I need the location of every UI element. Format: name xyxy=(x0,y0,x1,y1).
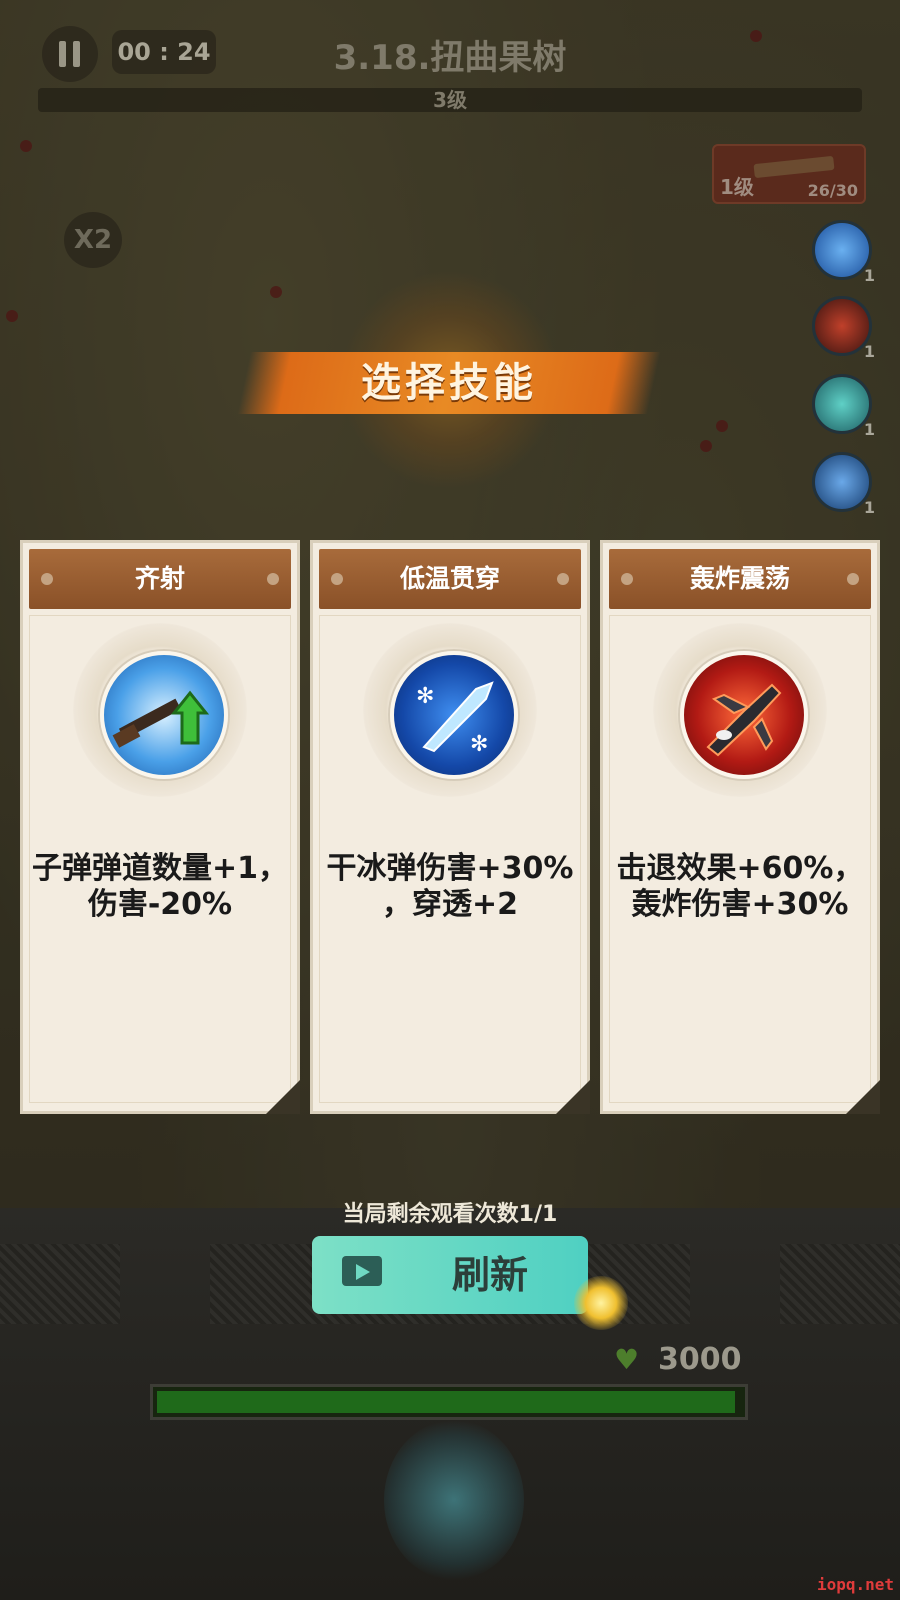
grill xyxy=(780,1244,900,1324)
skill-level: 1 xyxy=(863,498,875,517)
wave-progress-bar: 3级 xyxy=(38,88,862,112)
skill-card-3[interactable]: 轰炸震荡 击退效果+60%， 轰炸伤害+30% xyxy=(600,540,880,1114)
weapon-count: 26/30 xyxy=(807,181,858,200)
svg-text:✻: ✻ xyxy=(416,684,434,709)
heart-icon: ♥ xyxy=(614,1343,640,1376)
desc-line: 伤害-20% xyxy=(87,887,233,922)
svg-text:✻: ✻ xyxy=(470,732,488,757)
card-name: 齐射 xyxy=(134,564,185,593)
skill-level: 1 xyxy=(863,266,875,285)
bolt-icon xyxy=(331,573,343,585)
base-hp-bar xyxy=(150,1384,748,1420)
speed-multiplier-button[interactable]: X2 xyxy=(64,212,122,268)
base-hp-value: 3000 xyxy=(658,1342,742,1377)
ice-bullet-icon: ✻ ✻ xyxy=(390,651,518,779)
card-name: 低温贯穿 xyxy=(399,564,500,593)
game-timer: 00 : 24 xyxy=(112,30,216,74)
desc-line: 轰炸伤害+30% xyxy=(631,887,849,922)
pause-button[interactable] xyxy=(42,26,98,82)
card-header: 轰炸震荡 xyxy=(609,549,871,609)
desc-line: 击退效果+60%， xyxy=(616,851,864,886)
card-description: 击退效果+60%， 轰炸伤害+30% xyxy=(609,851,871,923)
card-description: 子弹弹道数量+1， 伤害-20% xyxy=(29,851,291,923)
skill-level: 1 xyxy=(863,420,875,439)
red-blade-skill-icon[interactable]: 1 xyxy=(812,296,875,361)
blue-wave-skill-icon[interactable]: 1 xyxy=(812,220,875,285)
rifle-upgrade-icon xyxy=(100,651,228,779)
tv-ad-icon xyxy=(342,1256,382,1286)
watch-remaining-text: 当局剩余观看次数1/1 xyxy=(342,1202,558,1227)
bolt-icon xyxy=(557,573,569,585)
page-fold xyxy=(556,1080,590,1114)
grill xyxy=(0,1244,120,1324)
page-fold xyxy=(266,1080,300,1114)
hp-fill xyxy=(157,1391,735,1413)
skill-level: 1 xyxy=(863,342,875,361)
ice-shard-skill-icon[interactable]: 1 xyxy=(812,452,875,517)
wave-level-label: 3级 xyxy=(433,88,467,112)
bolt-icon xyxy=(41,573,53,585)
muzzle-flash xyxy=(574,1276,628,1330)
card-header: 低温贯穿 xyxy=(319,549,581,609)
watermark: iopq.net xyxy=(816,1575,894,1594)
card-description: 干冰弹伤害+30% ，穿透+2 xyxy=(319,851,581,923)
desc-line: ，穿透+2 xyxy=(381,887,518,922)
rifle-icon xyxy=(753,155,835,179)
weapon-slot[interactable]: 1级 26/30 xyxy=(712,144,866,204)
skill-card-2[interactable]: 低温贯穿 ✻ ✻ 干冰弹伤害+30% ，穿透+2 xyxy=(310,540,590,1114)
stage-title: 3.18.扭曲果树 xyxy=(333,38,567,78)
page-fold xyxy=(846,1080,880,1114)
refresh-label: 刷新 xyxy=(451,1253,528,1297)
desc-line: 干冰弹伤害+30% xyxy=(326,851,574,886)
teal-slash-skill-icon[interactable]: 1 xyxy=(812,374,875,439)
refresh-button[interactable]: 刷新 xyxy=(312,1236,588,1314)
bolt-icon xyxy=(267,573,279,585)
hero-character xyxy=(384,1420,524,1580)
bolt-icon xyxy=(621,573,633,585)
card-header: 齐射 xyxy=(29,549,291,609)
desc-line: 子弹弹道数量+1， xyxy=(31,851,288,886)
bolt-icon xyxy=(847,573,859,585)
bomber-jet-icon xyxy=(680,651,808,779)
weapon-level: 1级 xyxy=(720,175,754,199)
card-name: 轰炸震荡 xyxy=(689,564,790,593)
dialog-title: 选择技能 xyxy=(361,360,537,406)
skill-card-1[interactable]: 齐射 子弹弹道数量+1， 伤害-20% xyxy=(20,540,300,1114)
